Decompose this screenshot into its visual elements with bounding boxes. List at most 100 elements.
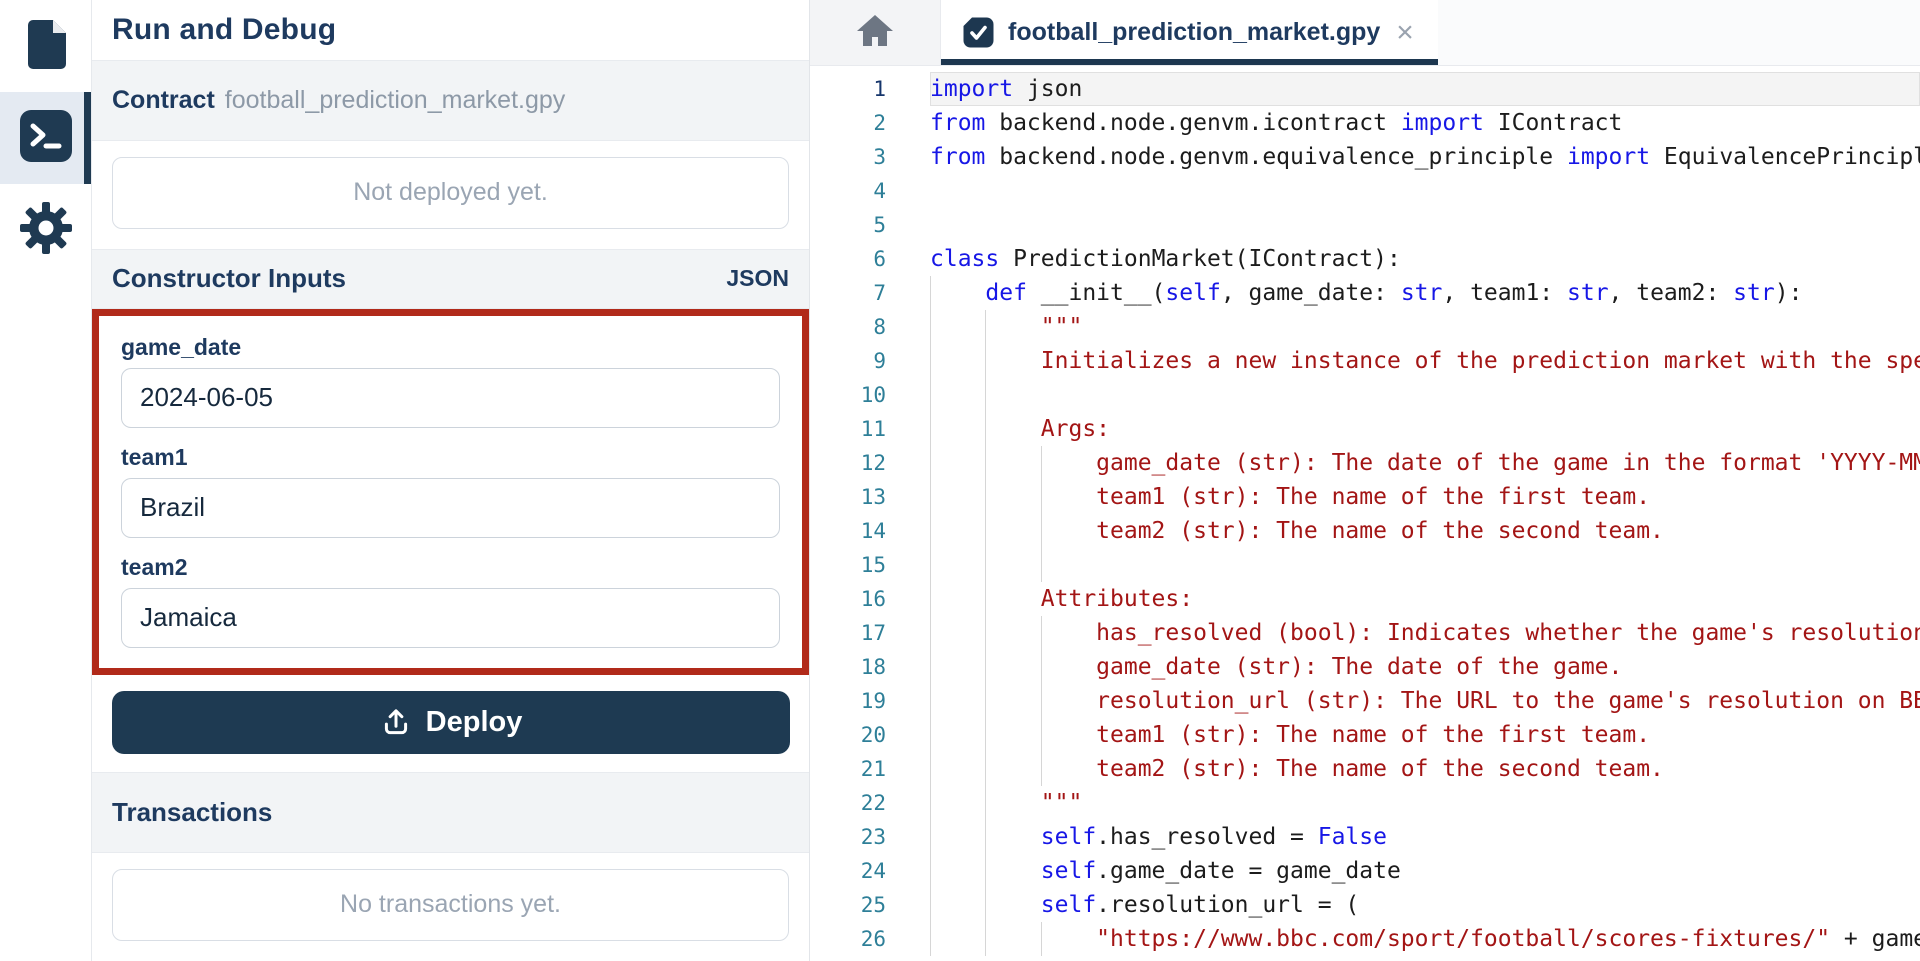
code-line[interactable]: 2from backend.node.genvm.icontract impor… <box>810 106 1920 140</box>
json-toggle-button[interactable]: JSON <box>726 265 789 292</box>
code-line[interactable]: 12 game_date (str): The date of the game… <box>810 446 1920 480</box>
indent-guide <box>985 650 986 684</box>
line-number: 21 <box>810 752 886 786</box>
indent-guide <box>930 514 931 548</box>
code-line[interactable]: 20 team1 (str): The name of the first te… <box>810 718 1920 752</box>
indent-guide <box>930 378 931 412</box>
code-line[interactable]: 3from backend.node.genvm.equivalence_pri… <box>810 140 1920 174</box>
team2-input[interactable] <box>121 588 780 648</box>
contract-row: Contract football_prediction_market.gpy <box>92 60 809 141</box>
home-button[interactable] <box>854 12 896 53</box>
editor-tab-bar: football_prediction_market.gpy × <box>810 0 1920 66</box>
indent-guide <box>930 888 931 922</box>
indent-guide <box>985 922 986 956</box>
code-line[interactable]: 8 """ <box>810 310 1920 344</box>
game_date-input[interactable] <box>121 368 780 428</box>
code-line[interactable]: 19 resolution_url (str): The URL to the … <box>810 684 1920 718</box>
indent-guide <box>1041 752 1042 786</box>
panel-header: Run and Debug <box>92 0 809 60</box>
line-number: 10 <box>810 378 886 412</box>
indent-guide <box>985 718 986 752</box>
deploy-button[interactable]: Deploy <box>112 691 790 755</box>
transactions-header: Transactions <box>92 772 809 853</box>
home-segment <box>810 0 941 65</box>
line-number: 5 <box>810 208 886 242</box>
line-number: 24 <box>810 854 886 888</box>
rail-item-settings[interactable] <box>0 184 91 276</box>
app-window: Run and Debug Contract football_predicti… <box>0 0 1920 961</box>
code-line[interactable]: 5 <box>810 208 1920 242</box>
activity-bar <box>0 0 92 961</box>
indent-guide <box>985 616 986 650</box>
tab-football-prediction-market[interactable]: football_prediction_market.gpy × <box>941 0 1438 65</box>
line-number: 22 <box>810 786 886 820</box>
line-number: 16 <box>810 582 886 616</box>
indent-guide <box>930 650 931 684</box>
run-debug-panel: Run and Debug Contract football_predicti… <box>92 0 810 961</box>
indent-guide <box>985 310 986 344</box>
contract-label: Contract <box>112 86 215 115</box>
team1-input[interactable] <box>121 478 780 538</box>
code-line[interactable]: 25 self.resolution_url = ( <box>810 888 1920 922</box>
contract-filename: football_prediction_market.gpy <box>225 86 565 115</box>
indent-guide <box>930 310 931 344</box>
indent-guide <box>985 820 986 854</box>
indent-guide <box>930 412 931 446</box>
line-number: 9 <box>810 344 886 378</box>
code-editor: football_prediction_market.gpy × 1import… <box>810 0 1920 961</box>
indent-guide <box>1041 650 1042 684</box>
indent-guide <box>1041 718 1042 752</box>
indent-guide <box>985 684 986 718</box>
code-line[interactable]: 21 team2 (str): The name of the second t… <box>810 752 1920 786</box>
line-number: 4 <box>810 174 886 208</box>
rail-item-files[interactable] <box>0 0 91 92</box>
indent-guide <box>930 820 931 854</box>
indent-guide <box>930 752 931 786</box>
code-line[interactable]: 23 self.has_resolved = False <box>810 820 1920 854</box>
code-line[interactable]: 4 <box>810 174 1920 208</box>
page-title: Run and Debug <box>112 13 336 47</box>
code-line[interactable]: 24 self.game_date = game_date <box>810 854 1920 888</box>
code-line[interactable]: 6class PredictionMarket(IContract): <box>810 242 1920 276</box>
indent-guide <box>930 446 931 480</box>
transactions-empty-state: No transactions yet. <box>112 869 789 941</box>
code-line[interactable]: 7 def __init__(self, game_date: str, tea… <box>810 276 1920 310</box>
indent-guide <box>930 548 931 582</box>
indent-guide <box>985 514 986 548</box>
line-number: 15 <box>810 548 886 582</box>
code-line[interactable]: 22 """ <box>810 786 1920 820</box>
terminal-icon <box>19 109 73 168</box>
home-icon <box>854 12 896 53</box>
tab-close-icon[interactable]: × <box>1394 18 1416 48</box>
line-number: 25 <box>810 888 886 922</box>
code-line[interactable]: 13 team1 (str): The name of the first te… <box>810 480 1920 514</box>
code-line[interactable]: 11 Args: <box>810 412 1920 446</box>
line-number: 1 <box>810 72 886 106</box>
code-line[interactable]: 17 has_resolved (bool): Indicates whethe… <box>810 616 1920 650</box>
code-line[interactable]: 9 Initializes a new instance of the pred… <box>810 344 1920 378</box>
constructor-inputs-header: Constructor Inputs JSON <box>92 249 809 309</box>
code-line[interactable]: 26 "https://www.bbc.com/sport/football/s… <box>810 922 1920 956</box>
indent-guide <box>930 616 931 650</box>
indent-guide <box>985 378 986 412</box>
code-line[interactable]: 14 team2 (str): The name of the second t… <box>810 514 1920 548</box>
code-line[interactable]: 18 game_date (str): The date of the game… <box>810 650 1920 684</box>
line-number: 26 <box>810 922 886 956</box>
indent-guide <box>1041 446 1042 480</box>
line-number: 2 <box>810 106 886 140</box>
indent-guide <box>1041 548 1042 582</box>
rail-item-run-debug[interactable] <box>0 92 91 184</box>
code-line[interactable]: 1import json <box>810 72 1920 106</box>
indent-guide <box>930 718 931 752</box>
gear-icon <box>18 200 74 261</box>
line-number: 17 <box>810 616 886 650</box>
code-area[interactable]: 1import json2from backend.node.genvm.ico… <box>810 66 1920 961</box>
code-line[interactable]: 10 <box>810 378 1920 412</box>
code-line[interactable]: 16 Attributes: <box>810 582 1920 616</box>
line-number: 11 <box>810 412 886 446</box>
file-check-icon <box>963 17 994 48</box>
indent-guide <box>985 786 986 820</box>
indent-guide <box>930 854 931 888</box>
field-label: game_date <box>121 332 780 362</box>
code-line[interactable]: 15 <box>810 548 1920 582</box>
